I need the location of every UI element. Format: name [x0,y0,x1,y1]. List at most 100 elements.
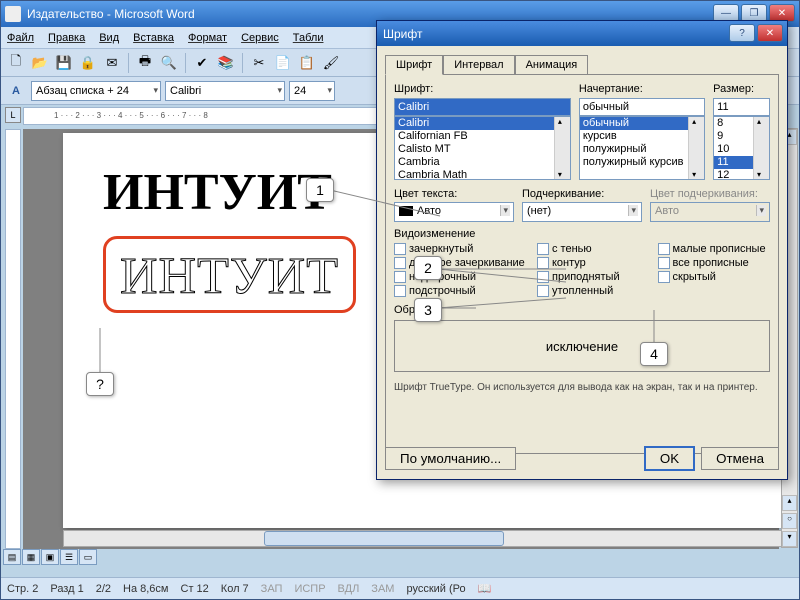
list-item[interactable]: Calibri [395,117,570,130]
ok-button[interactable]: OK [644,446,695,471]
web-view-icon[interactable]: ▦ [22,549,40,565]
list-item[interactable]: обычный [580,117,704,130]
cancel-button[interactable]: Отмена [701,447,779,470]
menu-table[interactable]: Табли [293,32,324,44]
book-icon[interactable]: 📖 [478,582,492,595]
dialog-help-button[interactable]: ? [729,24,755,42]
menu-file[interactable]: Файл [7,32,34,44]
window-title: Издательство - Microsoft Word [27,7,195,21]
scrollbar[interactable] [554,117,570,179]
view-buttons: ▤ ▦ ▣ ☰ ▭ [3,549,97,565]
open-icon[interactable]: 📂 [29,52,51,74]
menu-format[interactable]: Формат [188,32,227,44]
status-lang: русский (Ро [406,583,465,595]
dialog-close-button[interactable]: ✕ [757,24,783,42]
effects-label: Видоизменение [394,228,770,240]
style-listbox[interactable]: обычный курсив полужирный полужирный кур… [579,116,705,180]
status-line: Ст 12 [181,583,209,595]
tab-panel: Шрифт: Calibri Californian FB Calisto MT… [385,74,779,454]
font-field-label: Шрифт: [394,83,571,95]
horizontal-scrollbar[interactable] [63,530,783,547]
preview-box: исключение [394,320,770,372]
size-combo[interactable]: 24 [289,81,335,101]
research-icon[interactable]: 📚 [215,52,237,74]
print-icon[interactable]: 🖶 [134,52,156,74]
list-item[interactable]: Cambria Math [395,169,570,180]
style-input[interactable] [579,98,705,116]
list-item[interactable]: полужирный [580,143,704,156]
tab-spacing[interactable]: Интервал [443,55,514,75]
tab-font[interactable]: Шрифт [385,55,443,75]
menu-edit[interactable]: Правка [48,32,85,44]
callout-question: ? [86,372,114,396]
status-at: На 8,6см [123,583,168,595]
list-item[interactable]: Calisto MT [395,143,570,156]
status-pages: 2/2 [96,583,111,595]
list-item[interactable]: Californian FB [395,130,570,143]
highlighted-box: ИНТУИТ [103,236,356,313]
status-page: Стр. 2 [7,583,38,595]
status-col: Кол 7 [221,583,249,595]
underline-dropdown[interactable]: (нет) [522,202,642,222]
status-ovr: ЗАМ [371,583,394,595]
styles-icon[interactable]: A [5,80,27,102]
menu-tools[interactable]: Сервис [241,32,279,44]
text-line-outline: ИНТУИТ [120,247,339,306]
list-item[interactable]: Cambria [395,156,570,169]
check-smallcaps[interactable]: малые прописные [658,242,771,256]
scrollbar[interactable] [688,117,704,179]
tab-animation[interactable]: Анимация [515,55,589,75]
status-ext: ВДЛ [338,583,360,595]
check-hidden[interactable]: скрытый [658,270,771,284]
status-rec: ЗАП [261,583,283,595]
preview-icon[interactable]: 🔍 [158,52,180,74]
dialog-title: Шрифт [383,27,422,41]
size-listbox[interactable]: 8 9 10 11 12 [713,116,770,180]
print-view-icon[interactable]: ▣ [41,549,59,565]
outline-view-icon[interactable]: ☰ [60,549,78,565]
check-strikethrough[interactable]: зачеркнутый [394,242,529,256]
copy-icon[interactable]: 📄 [272,52,294,74]
cut-icon[interactable]: ✂ [248,52,270,74]
app-icon [5,6,21,22]
dialog-buttons: По умолчанию... OK Отмена [385,446,779,471]
underline-label: Подчеркивание: [522,188,642,200]
size-field-label: Размер: [713,83,770,95]
status-trk: ИСПР [294,583,325,595]
font-listbox[interactable]: Calibri Californian FB Calisto MT Cambri… [394,116,571,180]
normal-view-icon[interactable]: ▤ [3,549,21,565]
statusbar: Стр. 2 Разд 1 2/2 На 8,6см Ст 12 Кол 7 З… [1,577,799,599]
check-shadow[interactable]: с тенью [537,242,650,256]
scrollbar[interactable] [753,117,769,179]
new-doc-icon[interactable]: 🗋 [5,52,27,74]
callout-4: 4 [640,342,668,366]
list-item[interactable]: полужирный курсив [580,156,704,169]
default-button[interactable]: По умолчанию... [385,447,516,470]
save-icon[interactable]: 💾 [53,52,75,74]
font-dialog: Шрифт ? ✕ Шрифт Интервал Анимация Шрифт:… [376,20,788,480]
menu-insert[interactable]: Вставка [133,32,174,44]
style-combo[interactable]: Абзац списка + 24 [31,81,161,101]
paste-icon[interactable]: 📋 [296,52,318,74]
list-item[interactable]: курсив [580,130,704,143]
font-combo[interactable]: Calibri [165,81,285,101]
permission-icon[interactable]: 🔒 [77,52,99,74]
ucolor-dropdown: Авто [650,202,770,222]
size-input[interactable] [713,98,770,116]
spellcheck-icon[interactable]: ✔ [191,52,213,74]
callout-1: 1 [306,178,334,202]
callout-2: 2 [414,256,442,280]
tab-selector[interactable]: L [5,107,21,123]
vertical-ruler[interactable] [5,129,21,549]
ucolor-label: Цвет подчеркивания: [650,188,770,200]
format-painter-icon[interactable]: 🖌 [320,52,342,74]
check-allcaps[interactable]: все прописные [658,256,771,270]
menu-view[interactable]: Вид [99,32,119,44]
status-section: Разд 1 [50,583,83,595]
font-input[interactable] [394,98,571,116]
callout-3: 3 [414,298,442,322]
truetype-note: Шрифт TrueType. Он используется для выво… [394,382,770,393]
reading-view-icon[interactable]: ▭ [79,549,97,565]
dialog-titlebar: Шрифт ? ✕ [377,21,787,46]
mail-icon[interactable]: ✉ [101,52,123,74]
